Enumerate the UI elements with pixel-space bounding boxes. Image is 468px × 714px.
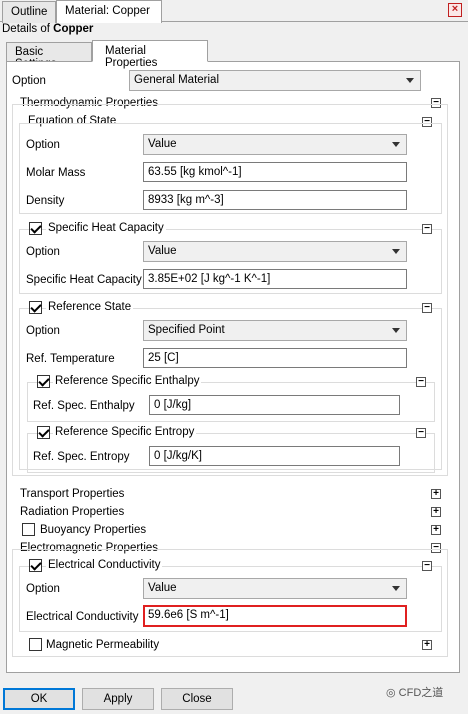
expand-icon[interactable]: +	[431, 507, 441, 517]
heat-title: Specific Heat Capacity	[46, 222, 166, 234]
ref-checkbox[interactable]	[29, 301, 42, 314]
ref-title: Reference State	[46, 301, 134, 313]
tab-outline[interactable]: Outline	[2, 1, 56, 23]
collapse-icon[interactable]: −	[416, 428, 426, 438]
chevron-down-icon	[406, 78, 414, 83]
buoyancy-title: Buoyancy Properties	[40, 524, 147, 536]
entropy-title: Reference Specific Entropy	[53, 426, 197, 438]
elec-title: Electrical Conductivity	[46, 559, 163, 571]
tab-material-properties[interactable]: Material Properties	[92, 40, 208, 69]
enthalpy-label: Ref. Spec. Enthalpy	[33, 400, 135, 412]
tab-basic-settings[interactable]: Basic Settings	[6, 42, 92, 70]
molar-mass-input[interactable]: 63.55 [kg kmol^-1]	[143, 162, 407, 182]
wechat-icon: ◎	[386, 687, 399, 699]
heat-cap-label: Specific Heat Capacity	[26, 274, 142, 286]
enthalpy-input[interactable]: 0 [J/kg]	[149, 395, 400, 415]
radiation-title: Radiation Properties	[20, 506, 125, 518]
material-properties-panel: Option General Material Thermodynamic Pr…	[6, 61, 460, 673]
ok-button[interactable]: OK	[3, 688, 75, 710]
transport-title: Transport Properties	[20, 488, 125, 500]
elec-option-select[interactable]: Value	[143, 578, 407, 599]
entropy-label: Ref. Spec. Entropy	[33, 451, 130, 463]
ref-temp-label: Ref. Temperature	[26, 353, 115, 365]
elec-option-label: Option	[26, 583, 60, 595]
chevron-down-icon	[392, 142, 400, 147]
details-title: Details of Copper	[2, 23, 94, 35]
density-label: Density	[26, 195, 65, 207]
entropy-checkbox[interactable]	[37, 426, 50, 439]
heat-option-select[interactable]: Value	[143, 241, 407, 262]
ref-option-label: Option	[26, 325, 60, 337]
elec-cond-input[interactable]: 59.6e6 [S m^-1]	[143, 605, 407, 627]
collapse-icon[interactable]: −	[416, 377, 426, 387]
enthalpy-title: Reference Specific Enthalpy	[53, 375, 202, 387]
ref-temp-input[interactable]: 25 [C]	[143, 348, 407, 368]
magnetic-checkbox[interactable]	[29, 638, 42, 651]
elec-cond-label: Electrical Conductivity	[26, 611, 139, 623]
chevron-down-icon	[392, 586, 400, 591]
apply-button[interactable]: Apply	[82, 688, 154, 710]
chevron-down-icon	[392, 328, 400, 333]
magnetic-title: Magnetic Permeability	[46, 639, 160, 651]
tab-material-copper[interactable]: Material: Copper	[56, 0, 162, 23]
heat-checkbox[interactable]	[29, 222, 42, 235]
option-label: Option	[12, 75, 46, 87]
heat-cap-input[interactable]: 3.85E+02 [J kg^-1 K^-1]	[143, 269, 407, 289]
ref-option-select[interactable]: Specified Point	[143, 320, 407, 341]
top-tab-bar: Outline Material: Copper ×	[0, 0, 468, 23]
enthalpy-checkbox[interactable]	[37, 375, 50, 388]
close-button[interactable]: Close	[161, 688, 233, 710]
collapse-icon[interactable]: −	[422, 224, 432, 234]
expand-icon[interactable]: +	[431, 489, 441, 499]
molar-mass-label: Molar Mass	[26, 167, 86, 179]
entropy-input[interactable]: 0 [J/kg/K]	[149, 446, 400, 466]
collapse-icon[interactable]: −	[422, 561, 432, 571]
buoyancy-checkbox[interactable]	[22, 523, 35, 536]
elec-checkbox[interactable]	[29, 559, 42, 572]
chevron-down-icon	[392, 249, 400, 254]
eos-option-select[interactable]: Value	[143, 134, 407, 155]
density-input[interactable]: 8933 [kg m^-3]	[143, 190, 407, 210]
expand-icon[interactable]: +	[431, 525, 441, 535]
expand-icon[interactable]: +	[422, 640, 432, 650]
close-icon[interactable]: ×	[448, 3, 462, 17]
watermark: ◎ CFD之道	[386, 687, 444, 699]
heat-option-label: Option	[26, 246, 60, 258]
collapse-icon[interactable]: −	[422, 303, 432, 313]
option-select[interactable]: General Material	[129, 70, 421, 91]
eos-option-label: Option	[26, 139, 60, 151]
